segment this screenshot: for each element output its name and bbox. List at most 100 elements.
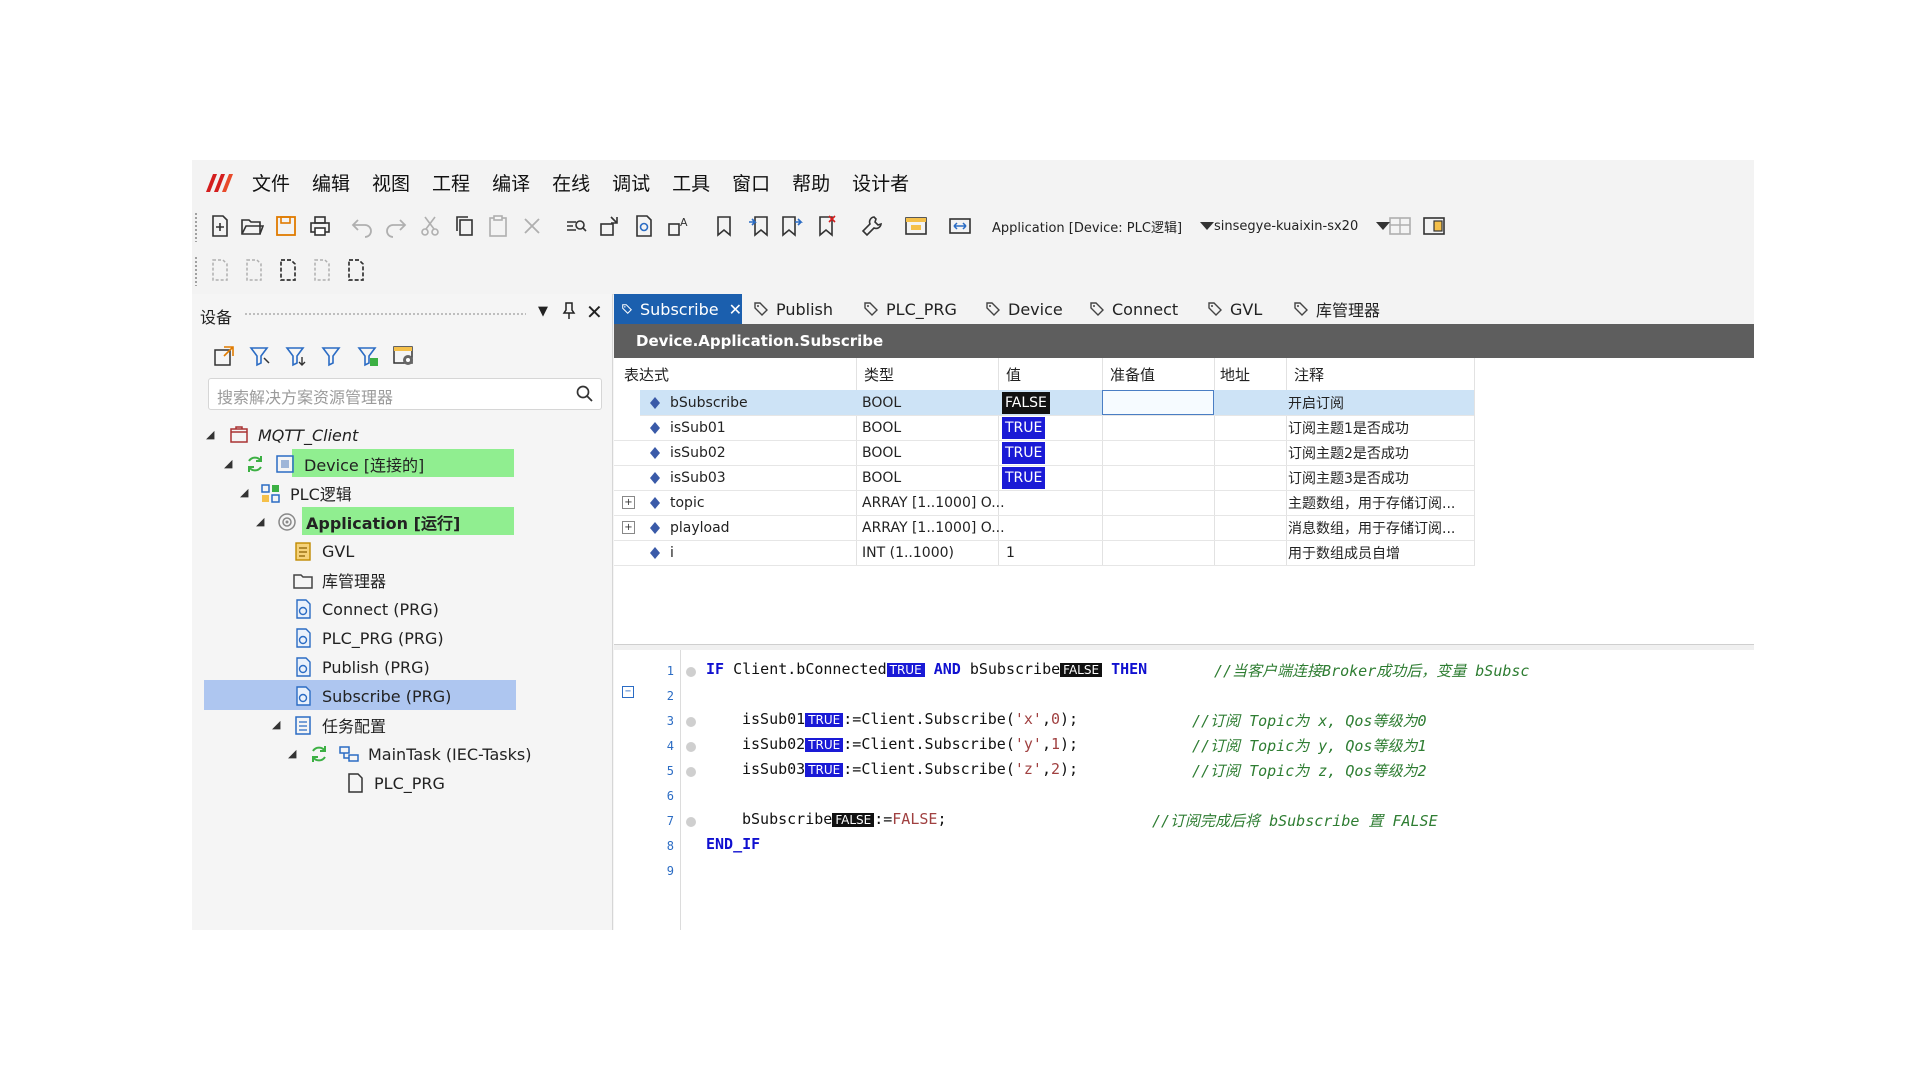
column-header-address[interactable]: 地址 [1220,358,1250,390]
pane-menu-icon[interactable]: ▼ [538,304,548,319]
new-file-icon[interactable] [208,214,232,238]
menu-edit[interactable]: 编辑 [312,169,350,196]
tree-node-application[interactable]: Application [运行] [276,509,460,535]
menu-online[interactable]: 在线 [552,169,590,196]
search-icon[interactable] [575,384,595,404]
tab-gvl[interactable]: GVL [1200,294,1262,324]
tree-node-task-config[interactable]: 任务配置 [292,712,386,738]
open-folder-icon[interactable] [240,214,264,238]
page-icon[interactable] [310,258,334,282]
next-bookmark-icon[interactable] [780,214,804,238]
menu-project[interactable]: 工程 [432,169,470,196]
expand-arrow-icon[interactable]: ◢ [288,747,296,760]
print-icon[interactable] [308,214,332,238]
save-icon[interactable] [274,214,298,238]
device-combo[interactable]: sinsegye-kuaixin-sx20 [1214,214,1391,238]
window-icon[interactable] [904,214,928,238]
tree-node-maintask[interactable]: MainTask (IEC-Tasks) [308,741,531,767]
expand-arrow-icon[interactable]: ◢ [240,486,248,499]
tree-node-plc-prg[interactable]: PLC_PRG (PRG) [292,625,444,651]
tab-connect[interactable]: Connect [1082,294,1178,324]
column-header-expression[interactable]: 表达式 [624,358,669,390]
resize-icon[interactable] [948,214,972,238]
menu-file[interactable]: 文件 [252,169,290,196]
wrench-icon[interactable] [860,214,884,238]
menu-view[interactable]: 视图 [372,169,410,196]
tree-node-connect[interactable]: Connect (PRG) [292,596,439,622]
expand-row-icon[interactable]: + [622,515,635,540]
prev-bookmark-icon[interactable] [746,214,770,238]
tree-node-plc-prg-call[interactable]: PLC_PRG [344,770,445,796]
cut-icon[interactable] [418,214,442,238]
menu-debug[interactable]: 调试 [612,169,650,196]
replace-text-icon[interactable]: A [666,214,690,238]
column-header-prepared-value[interactable]: 准备值 [1110,358,1155,390]
filter-clear-icon[interactable] [320,344,346,370]
replace-icon[interactable] [598,214,622,238]
column-header-type[interactable]: 类型 [864,358,894,390]
copy-icon[interactable] [452,214,476,238]
expand-arrow-icon[interactable]: ◢ [206,428,214,441]
paste-icon[interactable] [486,214,510,238]
expand-arrow-icon[interactable]: ◢ [224,457,232,470]
page-icon[interactable] [276,258,300,282]
layout-icon[interactable] [1388,214,1412,238]
toolbar-grip[interactable] [194,212,198,242]
undo-icon[interactable] [350,214,374,238]
breakpoint-marker[interactable] [686,667,696,677]
redo-icon[interactable] [384,214,408,238]
menu-designer[interactable]: 设计者 [852,169,909,196]
column-header-value[interactable]: 值 [1006,358,1021,390]
breakpoint-marker[interactable] [686,767,696,777]
close-icon[interactable]: ✕ [586,300,603,324]
column-header-comment[interactable]: 注释 [1294,358,1324,390]
bookmark-icon[interactable] [712,214,736,238]
menu-build[interactable]: 编译 [492,169,530,196]
solution-search-input[interactable]: 搜索解决方案资源管理器 [208,378,602,410]
properties-icon[interactable] [392,344,418,370]
page-icon[interactable] [208,258,232,282]
tree-node-device[interactable]: Device [连接的] [244,451,424,477]
pane-drag-handle[interactable] [244,312,526,316]
clear-bookmarks-icon[interactable] [814,214,838,238]
expand-arrow-icon[interactable]: ◢ [256,515,264,528]
tab-library-manager[interactable]: 库管理器 [1286,294,1380,324]
toolbar-grip[interactable] [194,256,198,286]
tab-device[interactable]: Device [978,294,1063,324]
page-icon[interactable] [344,258,368,282]
expand-arrow-icon[interactable]: ◢ [272,718,280,731]
breakpoint-marker[interactable] [686,817,696,827]
tree-node-project[interactable]: MQTT_Client [228,422,358,448]
tab-plc-prg[interactable]: PLC_PRG [856,294,957,324]
code-editor[interactable]: − 1 2 3 4 5 6 7 8 9 IF Client.bConnected… [614,650,1754,930]
page-icon[interactable] [242,258,266,282]
filter-down-icon[interactable] [284,344,310,370]
tree-node-publish[interactable]: Publish (PRG) [292,654,430,680]
tree-node-plc-logic[interactable]: PLC逻辑 [260,480,352,506]
find-icon[interactable] [564,214,588,238]
menu-tools[interactable]: 工具 [672,169,710,196]
chevron-down-icon[interactable] [1200,222,1215,230]
pin-icon[interactable] [562,302,576,324]
filter-green-icon[interactable] [356,344,382,370]
delete-icon[interactable] [520,214,544,238]
close-tab-icon[interactable]: ✕ [729,300,742,319]
application-combo[interactable]: Application [Device: PLC逻辑] [992,214,1215,238]
find-in-files-icon[interactable] [632,214,656,238]
menu-help[interactable]: 帮助 [792,169,830,196]
tree-node-library-manager[interactable]: 库管理器 [292,567,386,593]
tab-subscribe[interactable]: Subscribe ✕ [614,294,742,324]
filter-icon[interactable] [248,344,274,370]
tree-node-subscribe[interactable]: Subscribe (PRG) [292,683,451,709]
tab-publish[interactable]: Publish [746,294,833,324]
breakpoint-marker[interactable] [686,742,696,752]
fold-toggle-icon[interactable]: − [622,686,634,698]
panels-icon[interactable] [1422,214,1446,238]
open-external-icon[interactable] [212,344,238,370]
menu-window[interactable]: 窗口 [732,169,770,196]
tree-node-gvl[interactable]: GVL [292,538,354,564]
breakpoint-marker[interactable] [686,717,696,727]
prepared-value-input[interactable] [1102,390,1214,415]
table-row[interactable] [640,390,1474,416]
expand-row-icon[interactable]: + [622,490,635,515]
